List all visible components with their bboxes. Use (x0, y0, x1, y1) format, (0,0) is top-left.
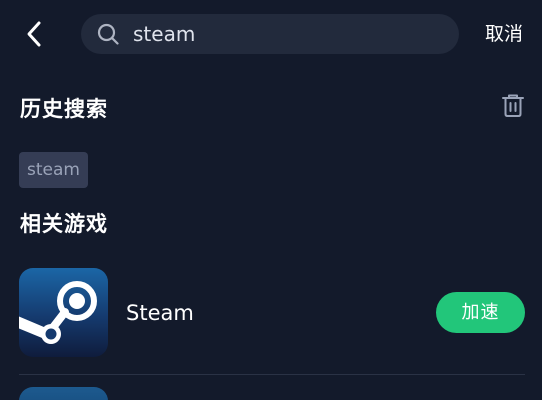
history-section-title: 历史搜索 (20, 97, 108, 121)
divider (19, 374, 525, 375)
game-row-steam[interactable]: Steam 加速 (0, 268, 542, 358)
search-bar[interactable] (81, 14, 459, 54)
cancel-button[interactable]: 取消 (485, 20, 523, 48)
back-button[interactable] (20, 20, 48, 48)
search-input[interactable] (133, 22, 433, 46)
accelerate-button[interactable]: 加速 (436, 292, 525, 333)
game-name: Steam (126, 301, 194, 325)
clear-history-button[interactable] (500, 92, 526, 118)
search-screen: 取消 历史搜索 steam 相关游戏 (0, 0, 542, 400)
chevron-left-icon (27, 21, 41, 47)
trash-icon (502, 94, 524, 117)
game-logo-partial[interactable] (19, 387, 108, 400)
steam-logo-icon[interactable] (19, 268, 108, 357)
search-icon (97, 23, 119, 45)
related-games-title: 相关游戏 (20, 212, 108, 236)
history-chip-steam[interactable]: steam (19, 152, 88, 188)
